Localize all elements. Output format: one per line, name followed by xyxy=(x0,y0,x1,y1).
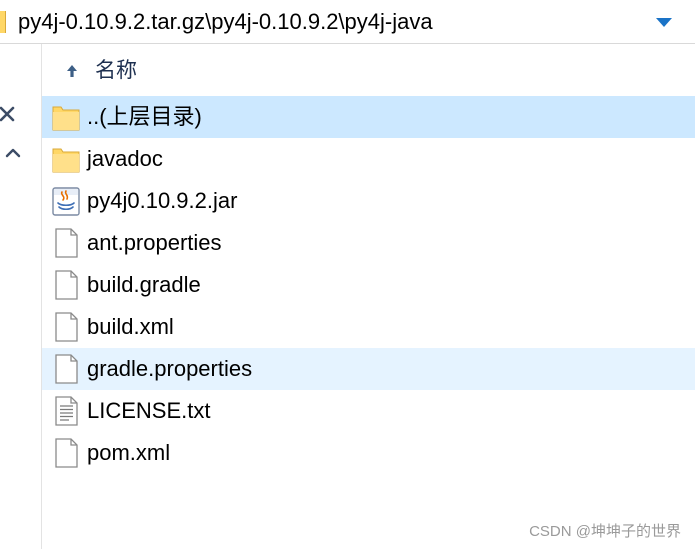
file-name: ant.properties xyxy=(87,230,222,255)
file-name: LICENSE.txt xyxy=(87,398,211,423)
file-explorer-window: py4j-0.10.9.2.tar.gz\py4j-0.10.9.2\py4j-… xyxy=(0,0,695,549)
file-name: gradle.properties xyxy=(87,356,253,381)
file-row-build-gradle[interactable]: build.gradle xyxy=(42,264,695,306)
java-jar-icon xyxy=(52,187,80,216)
file-name: ..(上层目录) xyxy=(87,104,202,129)
file-icon xyxy=(55,438,78,468)
text-file-icon xyxy=(55,396,78,426)
file-icon xyxy=(55,354,78,384)
address-bar[interactable]: py4j-0.10.9.2.tar.gz\py4j-0.10.9.2\py4j-… xyxy=(0,0,695,44)
folder-icon xyxy=(52,106,80,131)
navigation-pane xyxy=(0,44,42,549)
file-icon xyxy=(55,312,78,342)
watermark: CSDN @坤坤子的世界 xyxy=(529,523,681,540)
file-name: py4j0.10.9.2.jar xyxy=(87,188,238,213)
close-icon[interactable] xyxy=(0,104,18,124)
file-name: build.gradle xyxy=(87,272,201,297)
file-row-javadoc[interactable]: javadoc xyxy=(42,138,695,180)
chevron-down-icon[interactable] xyxy=(650,10,678,34)
chevron-up-icon[interactable] xyxy=(4,144,22,162)
column-header-label: 名称 xyxy=(95,59,137,82)
folder-icon xyxy=(52,148,80,173)
file-row-pom-xml[interactable]: pom.xml xyxy=(42,432,695,474)
file-name: javadoc xyxy=(87,146,163,171)
folder-icon xyxy=(0,11,6,33)
file-row-ant-properties[interactable]: ant.properties xyxy=(42,222,695,264)
file-name: build.xml xyxy=(87,314,174,339)
file-list: ..(上层目录) javadoc py4j0.10.9.2.jar ant.pr… xyxy=(42,96,695,474)
file-row-jar[interactable]: py4j0.10.9.2.jar xyxy=(42,180,695,222)
file-icon xyxy=(55,270,78,300)
file-row-gradle-properties[interactable]: gradle.properties xyxy=(42,348,695,390)
file-row-license-txt[interactable]: LICENSE.txt xyxy=(42,390,695,432)
file-row-parent-directory[interactable]: ..(上层目录) xyxy=(42,96,695,138)
sort-ascending-icon xyxy=(67,65,77,77)
address-path[interactable]: py4j-0.10.9.2.tar.gz\py4j-0.10.9.2\py4j-… xyxy=(18,7,433,37)
file-icon xyxy=(55,228,78,258)
file-row-build-xml[interactable]: build.xml xyxy=(42,306,695,348)
column-header-name[interactable]: 名称 xyxy=(42,50,695,92)
file-name: pom.xml xyxy=(87,440,171,465)
